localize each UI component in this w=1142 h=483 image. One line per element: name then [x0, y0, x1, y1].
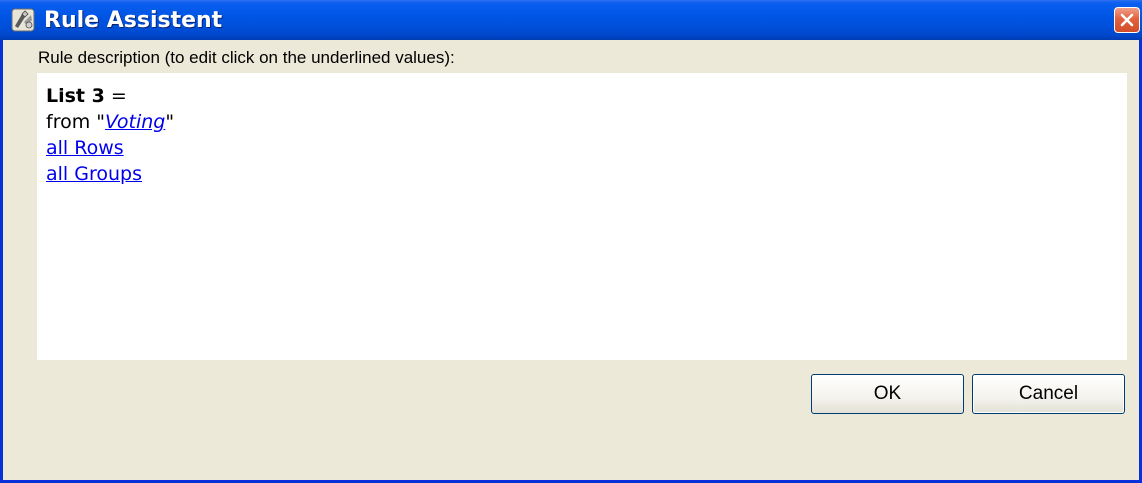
rule-description-box: List 3 = from "Voting" all Rows all Grou…	[37, 73, 1127, 360]
rule-assistant-dialog: Rule Assistent Rule description (to edit…	[0, 0, 1142, 483]
window-title: Rule Assistent	[44, 7, 223, 33]
rule-title: List 3	[46, 85, 105, 107]
rule-groups-line: all Groups	[46, 161, 1127, 187]
close-button[interactable]	[1114, 7, 1140, 33]
rule-title-line: List 3 =	[46, 83, 1127, 109]
rule-from-prefix: from "	[46, 111, 105, 133]
rule-description-label: Rule description (to edit click on the u…	[38, 48, 455, 67]
ok-button[interactable]: OK	[811, 374, 964, 414]
rule-equals: =	[104, 85, 127, 107]
cancel-button[interactable]: Cancel	[972, 374, 1125, 414]
close-icon	[1120, 13, 1134, 27]
rule-rows-line: all Rows	[46, 135, 1127, 161]
rule-from-line: from "Voting"	[46, 109, 1127, 135]
rule-from-suffix: "	[165, 111, 175, 133]
title-bar[interactable]: Rule Assistent	[0, 0, 1142, 40]
groups-link[interactable]: all Groups	[46, 163, 142, 185]
source-link-voting[interactable]: Voting	[105, 111, 165, 133]
rows-link[interactable]: all Rows	[46, 137, 124, 159]
rule-assistant-icon	[10, 7, 36, 33]
